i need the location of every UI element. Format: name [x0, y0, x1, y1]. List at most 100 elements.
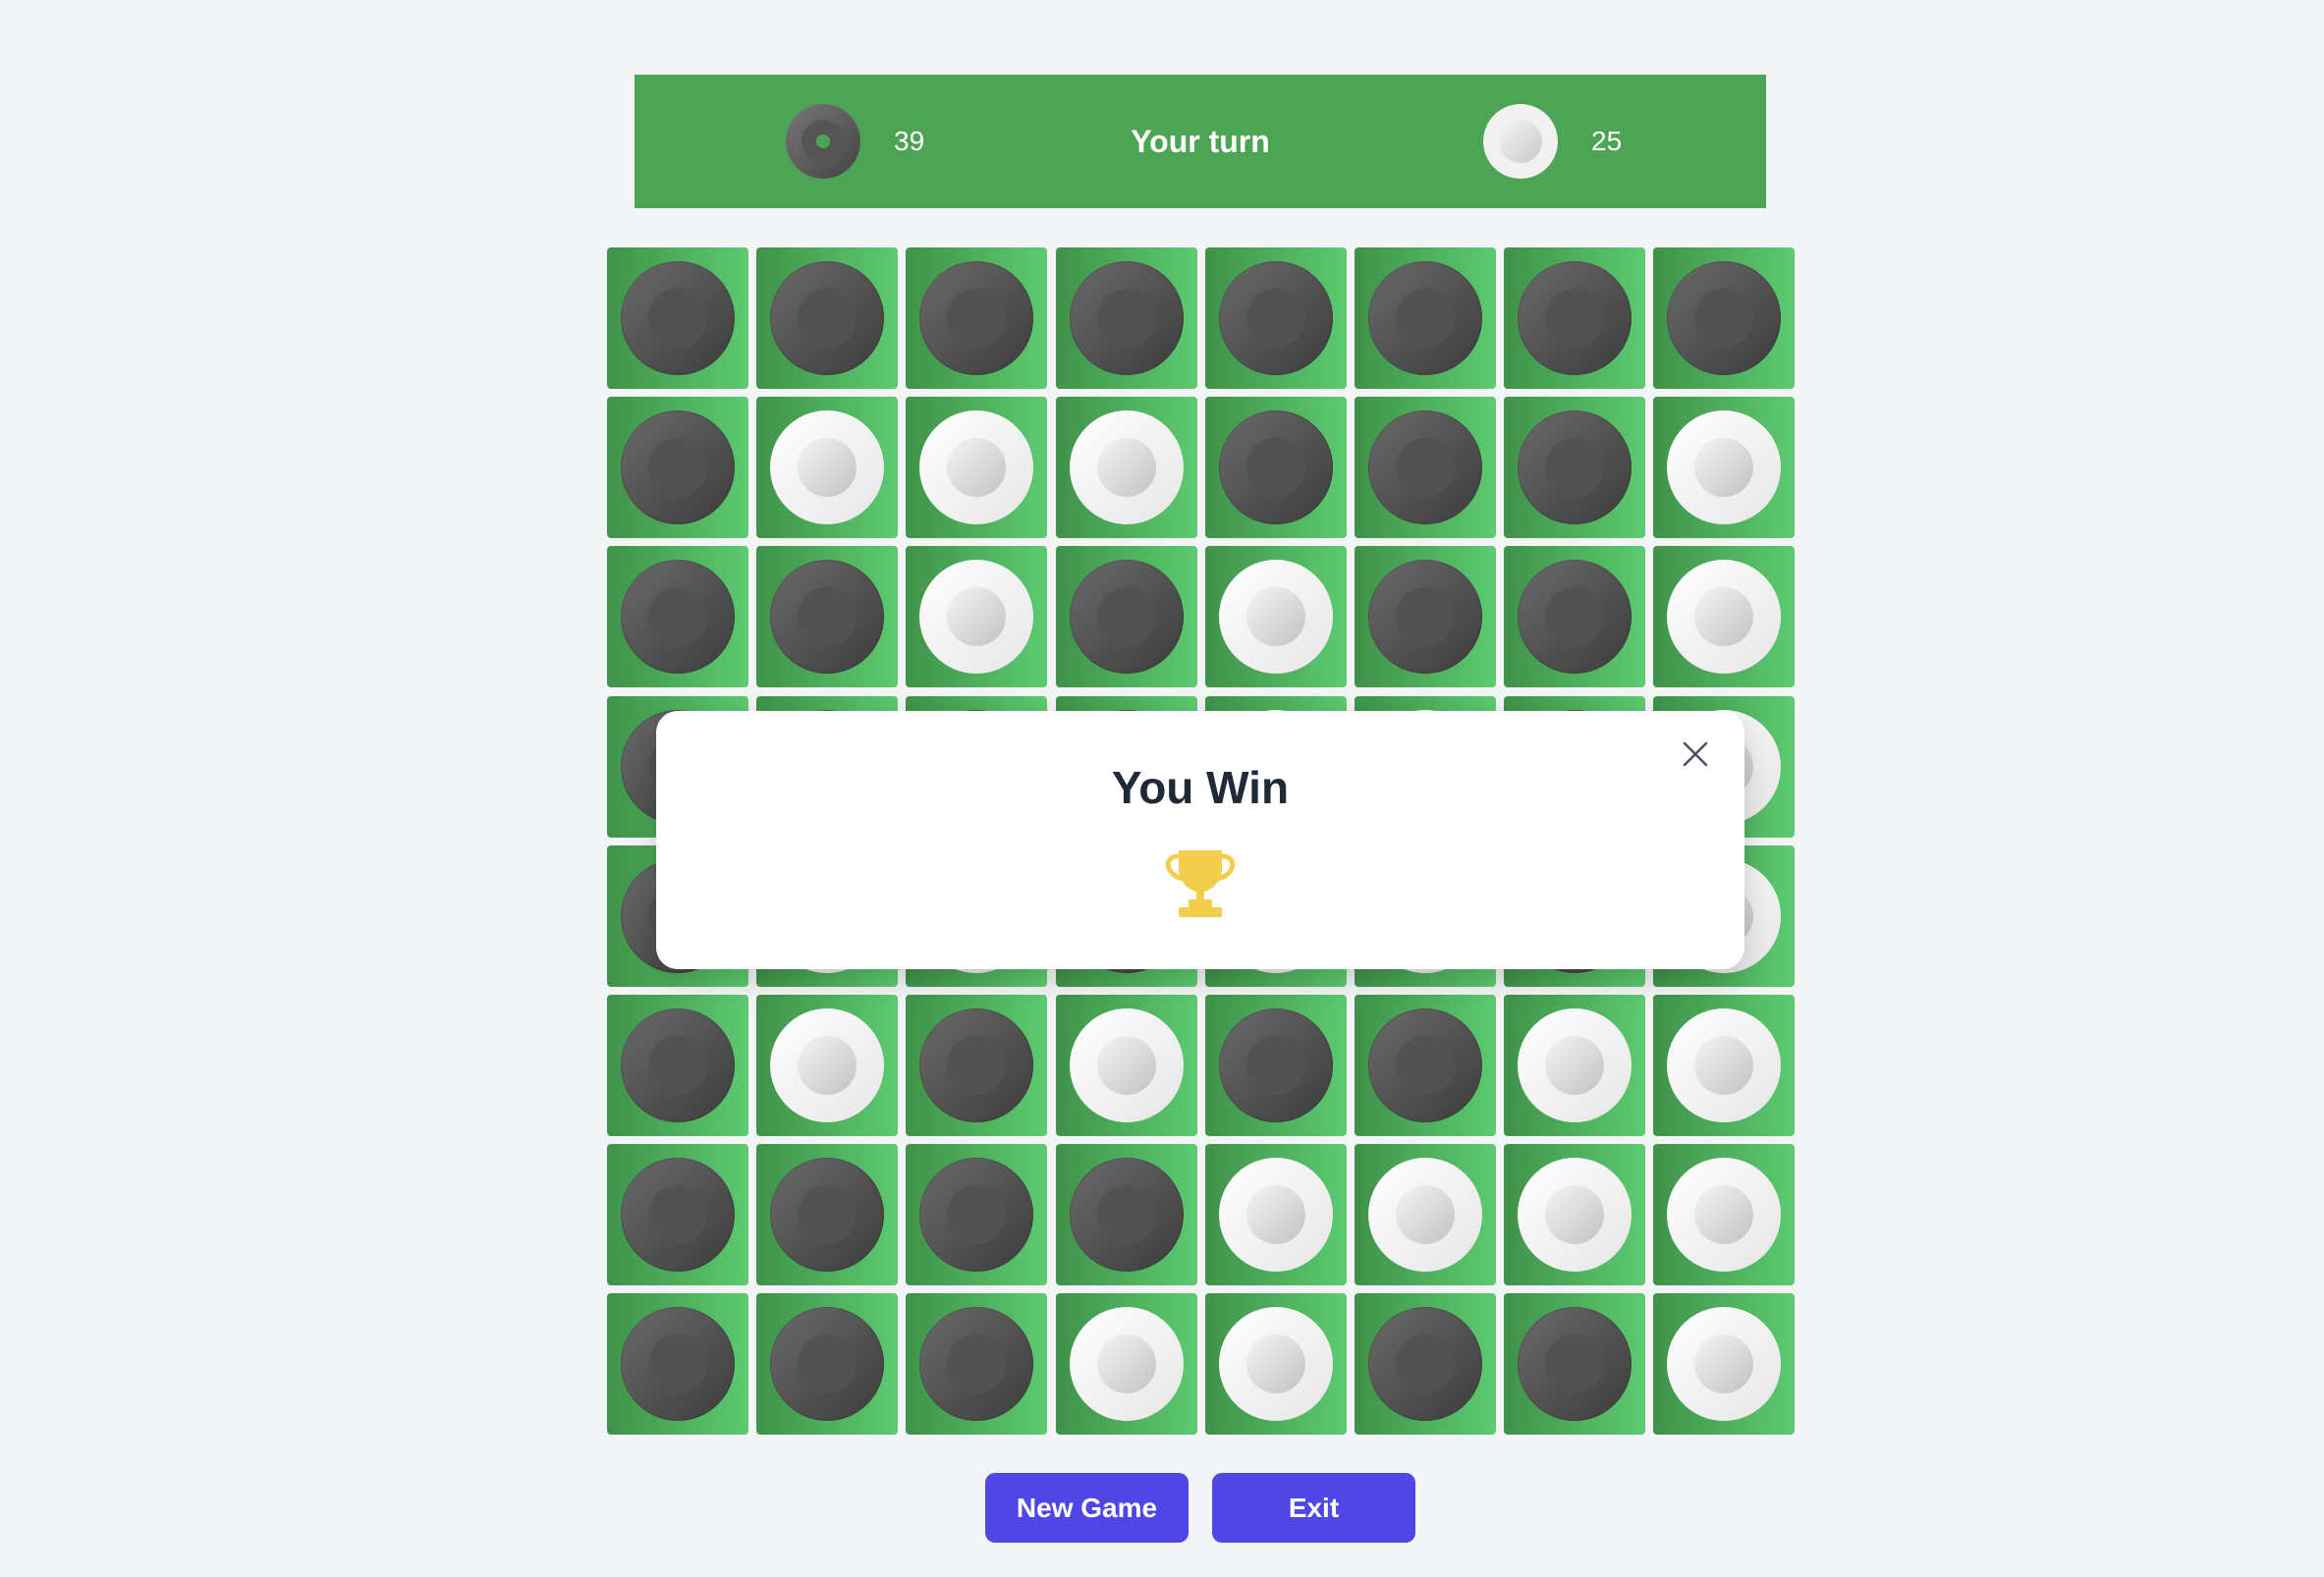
board-cell[interactable] — [1355, 995, 1496, 1136]
trophy-icon — [1165, 846, 1236, 921]
white-score: 25 — [1591, 126, 1623, 156]
black-disc — [621, 410, 735, 524]
board-cell[interactable] — [1355, 1144, 1496, 1285]
white-disc — [1368, 1158, 1482, 1272]
board-cell[interactable] — [1205, 397, 1347, 538]
board-cell[interactable] — [756, 1144, 898, 1285]
black-disc — [919, 261, 1033, 375]
black-disc — [1070, 1158, 1184, 1272]
board-cell[interactable] — [1355, 1293, 1496, 1435]
board-cell[interactable] — [756, 247, 898, 389]
board-cell[interactable] — [1056, 397, 1197, 538]
board-cell[interactable] — [1056, 995, 1197, 1136]
black-disc — [1219, 261, 1333, 375]
white-disc — [919, 410, 1033, 524]
black-disc — [1518, 560, 1632, 674]
black-disc — [621, 1008, 735, 1122]
board-cell[interactable] — [1504, 546, 1645, 687]
board-cell[interactable] — [1355, 247, 1496, 389]
board-cell[interactable] — [607, 397, 748, 538]
black-disc — [770, 1307, 884, 1421]
exit-button[interactable]: Exit — [1212, 1473, 1415, 1543]
board-cell[interactable] — [756, 546, 898, 687]
board-cell[interactable] — [1504, 1144, 1645, 1285]
black-disc — [1219, 410, 1333, 524]
black-disc — [621, 1307, 735, 1421]
board-cell[interactable] — [1056, 546, 1197, 687]
board-cell[interactable] — [607, 1144, 748, 1285]
board-cell[interactable] — [1056, 1293, 1197, 1435]
board-cell[interactable] — [1653, 247, 1795, 389]
board-cell[interactable] — [1504, 1293, 1645, 1435]
white-disc — [1667, 1008, 1781, 1122]
white-disc — [1070, 1008, 1184, 1122]
board-cell[interactable] — [1504, 397, 1645, 538]
black-disc — [1518, 410, 1632, 524]
close-icon[interactable] — [1676, 734, 1715, 774]
black-disc — [1368, 1307, 1482, 1421]
white-disc — [770, 1008, 884, 1122]
black-disc — [919, 1307, 1033, 1421]
board-cell[interactable] — [1504, 247, 1645, 389]
black-disc — [1070, 560, 1184, 674]
board-cell[interactable] — [1205, 546, 1347, 687]
black-disc — [621, 560, 735, 674]
white-disc — [1219, 1307, 1333, 1421]
white-disc — [1667, 410, 1781, 524]
white-disc — [1667, 1307, 1781, 1421]
white-disc — [919, 560, 1033, 674]
board-cell[interactable] — [607, 1293, 748, 1435]
board-cell[interactable] — [607, 995, 748, 1136]
white-disc — [1667, 560, 1781, 674]
board-cell[interactable] — [906, 397, 1047, 538]
black-disc — [1667, 261, 1781, 375]
result-dialog: You Win — [656, 711, 1744, 969]
board-cell[interactable] — [756, 1293, 898, 1435]
new-game-button[interactable]: New Game — [985, 1473, 1189, 1543]
board-cell[interactable] — [607, 247, 748, 389]
board-cell[interactable] — [1653, 1293, 1795, 1435]
black-disc — [1368, 410, 1482, 524]
black-disc — [1070, 261, 1184, 375]
white-disc — [1070, 1307, 1184, 1421]
white-disc — [1667, 1158, 1781, 1272]
board-cell[interactable] — [756, 995, 898, 1136]
result-title: You Win — [1111, 762, 1290, 813]
board-cell[interactable] — [607, 546, 748, 687]
black-disc — [1219, 1008, 1333, 1122]
white-disc-icon — [1483, 104, 1558, 179]
board-cell[interactable] — [1056, 1144, 1197, 1285]
white-disc — [1219, 1158, 1333, 1272]
black-disc — [1368, 1008, 1482, 1122]
score-bar: 39 Your turn 25 — [635, 75, 1766, 208]
black-disc — [919, 1158, 1033, 1272]
white-disc — [1518, 1158, 1632, 1272]
board-cell[interactable] — [1056, 247, 1197, 389]
white-disc — [1219, 560, 1333, 674]
board-cell[interactable] — [906, 1144, 1047, 1285]
black-disc — [621, 261, 735, 375]
board-cell[interactable] — [1205, 1293, 1347, 1435]
black-disc — [621, 1158, 735, 1272]
board-cell[interactable] — [1205, 995, 1347, 1136]
board-cell[interactable] — [1653, 397, 1795, 538]
board-cell[interactable] — [1355, 397, 1496, 538]
board-cell[interactable] — [1205, 1144, 1347, 1285]
white-disc — [1070, 410, 1184, 524]
board-cell[interactable] — [756, 397, 898, 538]
board-cell[interactable] — [906, 546, 1047, 687]
board-cell[interactable] — [1355, 546, 1496, 687]
board-cell[interactable] — [1504, 995, 1645, 1136]
board-cell[interactable] — [1653, 1144, 1795, 1285]
board-cell[interactable] — [906, 1293, 1047, 1435]
black-disc — [770, 560, 884, 674]
board-cell[interactable] — [906, 995, 1047, 1136]
board-cell[interactable] — [1205, 247, 1347, 389]
white-disc — [770, 410, 884, 524]
board-cell[interactable] — [1653, 546, 1795, 687]
board-cell[interactable] — [1653, 995, 1795, 1136]
board-cell[interactable] — [906, 247, 1047, 389]
black-disc — [1518, 1307, 1632, 1421]
black-disc — [919, 1008, 1033, 1122]
black-disc — [1368, 261, 1482, 375]
